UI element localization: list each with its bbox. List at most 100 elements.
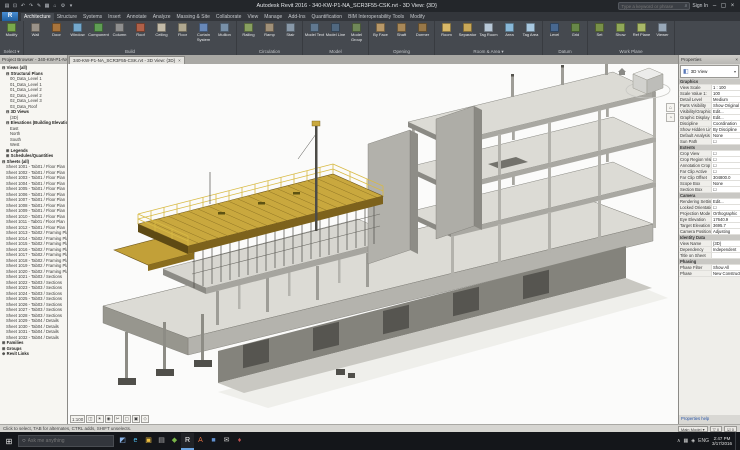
ribbon-tool-button[interactable]: Railing — [238, 22, 259, 48]
taskbar-clock[interactable]: 2:47 PM 3/17/2016 — [712, 436, 732, 446]
property-value[interactable]: Medium — [711, 97, 740, 102]
ribbon-tab[interactable]: Annotate — [124, 13, 150, 21]
browser-tree-item[interactable]: ⊟ Elevations (Building Elevation) — [0, 120, 67, 126]
property-value[interactable]: 1 : 100 — [711, 85, 740, 90]
property-value[interactable]: Show All — [711, 265, 740, 270]
ribbon-tool-button[interactable]: Model Text — [304, 22, 325, 48]
ribbon-tool-button[interactable]: Modify — [1, 22, 22, 48]
quick-access-icon[interactable]: ▦ — [43, 0, 51, 12]
property-value[interactable]: Orthographic — [711, 211, 740, 216]
taskbar-app-icon[interactable]: ▣ — [142, 433, 155, 450]
ribbon-tool-button[interactable]: Mullion — [214, 22, 235, 48]
ribbon-tab[interactable]: Modify — [407, 13, 428, 21]
taskbar-app-icon[interactable]: e — [129, 433, 142, 450]
tray-icon[interactable]: ENG — [698, 438, 709, 444]
start-button[interactable]: ⊞ — [2, 437, 16, 446]
properties-help-link[interactable]: Properties help — [679, 415, 740, 424]
browser-tree-item[interactable]: Sheet 1027 - Tab03 / Sections — [0, 307, 67, 313]
property-value[interactable]: None — [711, 181, 740, 186]
sign-in-button[interactable]: Sign In — [692, 3, 708, 9]
ribbon-tool-button[interactable]: Curtain System — [193, 22, 214, 48]
browser-tree-item[interactable]: Sheet 1031 - Tab04 / Details — [0, 329, 67, 335]
property-value[interactable]: 100 — [711, 91, 740, 96]
browser-tree-item[interactable]: Sheet 1023 - Tab03 / Sections — [0, 285, 67, 291]
properties-close-icon[interactable]: × — [735, 57, 738, 62]
property-value[interactable]: ☐ — [711, 169, 740, 174]
ribbon-tool-button[interactable]: Show — [610, 22, 631, 48]
ribbon-tool-button[interactable]: Tag Room — [478, 22, 499, 48]
taskbar-app-icon[interactable]: ■ — [207, 433, 220, 450]
view-control-button[interactable]: ✂ — [113, 415, 122, 423]
search-input[interactable] — [621, 3, 684, 9]
property-value[interactable]: Edit... — [711, 109, 740, 114]
browser-tree-item[interactable]: Sheet 1019 - Tab02 / Framing Plan — [0, 263, 67, 269]
property-value[interactable]: Edit... — [711, 199, 740, 204]
taskbar-app-icon[interactable]: ✉ — [220, 433, 233, 450]
quick-access-icon[interactable]: ✎ — [35, 0, 43, 12]
ribbon-tab[interactable]: Insert — [105, 13, 124, 21]
ribbon-tool-button[interactable]: Ref Plane — [631, 22, 652, 48]
quick-access-icon[interactable]: ⌂ — [51, 0, 59, 12]
ribbon-tool-button[interactable]: Roof — [130, 22, 151, 48]
property-value[interactable]: 3695.7 — [711, 223, 740, 228]
ribbon-tool-button[interactable]: Component — [88, 22, 109, 48]
ribbon-tool-button[interactable]: Viewer — [652, 22, 673, 48]
quick-access-icon[interactable]: ▤ — [3, 0, 11, 12]
show-desktop-button[interactable] — [735, 432, 738, 450]
status-control[interactable]: ▽ 0 — [709, 425, 723, 432]
quick-access-icon[interactable]: ⚙ — [59, 0, 67, 12]
window-control-button[interactable]: ▢ — [719, 0, 728, 12]
property-value[interactable]: By Discipline — [711, 127, 740, 132]
property-value[interactable]: Independent — [711, 247, 740, 252]
property-value[interactable]: ☐ — [711, 205, 740, 210]
browser-tree-item[interactable]: Sheet 1011 - Tab01 / Floor Plan — [0, 219, 67, 225]
navigation-tool[interactable]: ◔ — [666, 113, 675, 122]
browser-tree-item[interactable]: Sheet 1003 - Tab01 / Floor Plan — [0, 175, 67, 181]
ribbon-tool-button[interactable]: Room — [436, 22, 457, 48]
project-browser-header[interactable]: Project Browser - 340-KW-P1-NA_SCR3F55-C… — [0, 55, 67, 64]
view-control-button[interactable]: ◉ — [104, 415, 113, 423]
property-value[interactable]: New Construction — [711, 271, 740, 276]
view-control-button[interactable]: ◫ — [86, 415, 95, 423]
ribbon-tab[interactable]: Architecture — [21, 13, 54, 21]
window-control-button[interactable]: × — [728, 0, 737, 12]
ribbon-tab[interactable]: Add-Ins — [285, 13, 308, 21]
property-value[interactable]: None — [711, 133, 740, 138]
view-tab-close-icon[interactable]: × — [178, 58, 181, 63]
view-control-button[interactable]: ▢ — [122, 415, 131, 423]
view-control-button[interactable]: 1:100 — [70, 415, 86, 423]
ribbon-tool-button[interactable]: Set — [589, 22, 610, 48]
status-control[interactable]: ☑ 0 — [724, 425, 737, 432]
status-control[interactable]: Main Model ▾ — [677, 425, 708, 432]
ribbon-tool-button[interactable]: Ramp — [259, 22, 280, 48]
ribbon-tool-button[interactable]: Window — [67, 22, 88, 48]
property-value[interactable] — [711, 253, 740, 258]
browser-tree-item[interactable]: Sheet 1007 - Tab01 / Floor Plan — [0, 197, 67, 203]
browser-tree-item[interactable]: Sheet 1029 - Tab04 / Details — [0, 318, 67, 324]
ribbon-tab[interactable]: BIM Interoperability Tools — [345, 13, 407, 21]
ribbon-group-label[interactable]: Select ▾ — [1, 48, 22, 55]
type-selector[interactable]: ◧ 3D View ▾ — [680, 65, 739, 78]
tray-icon[interactable]: ◈ — [691, 438, 695, 444]
browser-tree-item[interactable]: Sheet 1015 - Tab02 / Framing Plan — [0, 241, 67, 247]
ribbon-tab[interactable]: Quantification — [309, 13, 346, 21]
ribbon-group-label[interactable]: Room & Area ▾ — [436, 48, 541, 55]
quick-access-icon[interactable]: ↷ — [27, 0, 35, 12]
ribbon-tool-button[interactable]: Model Group — [346, 22, 367, 48]
ribbon-tool-button[interactable]: Wall — [25, 22, 46, 48]
ribbon-tool-button[interactable]: Area — [499, 22, 520, 48]
taskbar-app-icon[interactable]: R — [181, 432, 194, 450]
view-control-button[interactable]: ▣ — [131, 415, 141, 423]
property-value[interactable]: ☐ — [711, 187, 740, 192]
ribbon-tool-button[interactable]: Stair — [280, 22, 301, 48]
browser-tree-item[interactable]: Sheet 1001 - Tab01 / Floor Plan — [0, 164, 67, 170]
view-control-button[interactable]: ☀ — [95, 415, 104, 423]
ribbon-tool-button[interactable]: By Face — [370, 22, 391, 48]
ribbon-tab[interactable]: Analyze — [150, 13, 174, 21]
ribbon-tool-button[interactable]: Ceiling — [151, 22, 172, 48]
taskbar-app-icon[interactable]: ♦ — [233, 433, 246, 450]
property-value[interactable]: ☐ — [711, 163, 740, 168]
app-menu-button[interactable]: R — [2, 12, 18, 21]
ribbon-tool-button[interactable]: Door — [46, 22, 67, 48]
view-control-button[interactable]: ◇ — [141, 415, 150, 423]
